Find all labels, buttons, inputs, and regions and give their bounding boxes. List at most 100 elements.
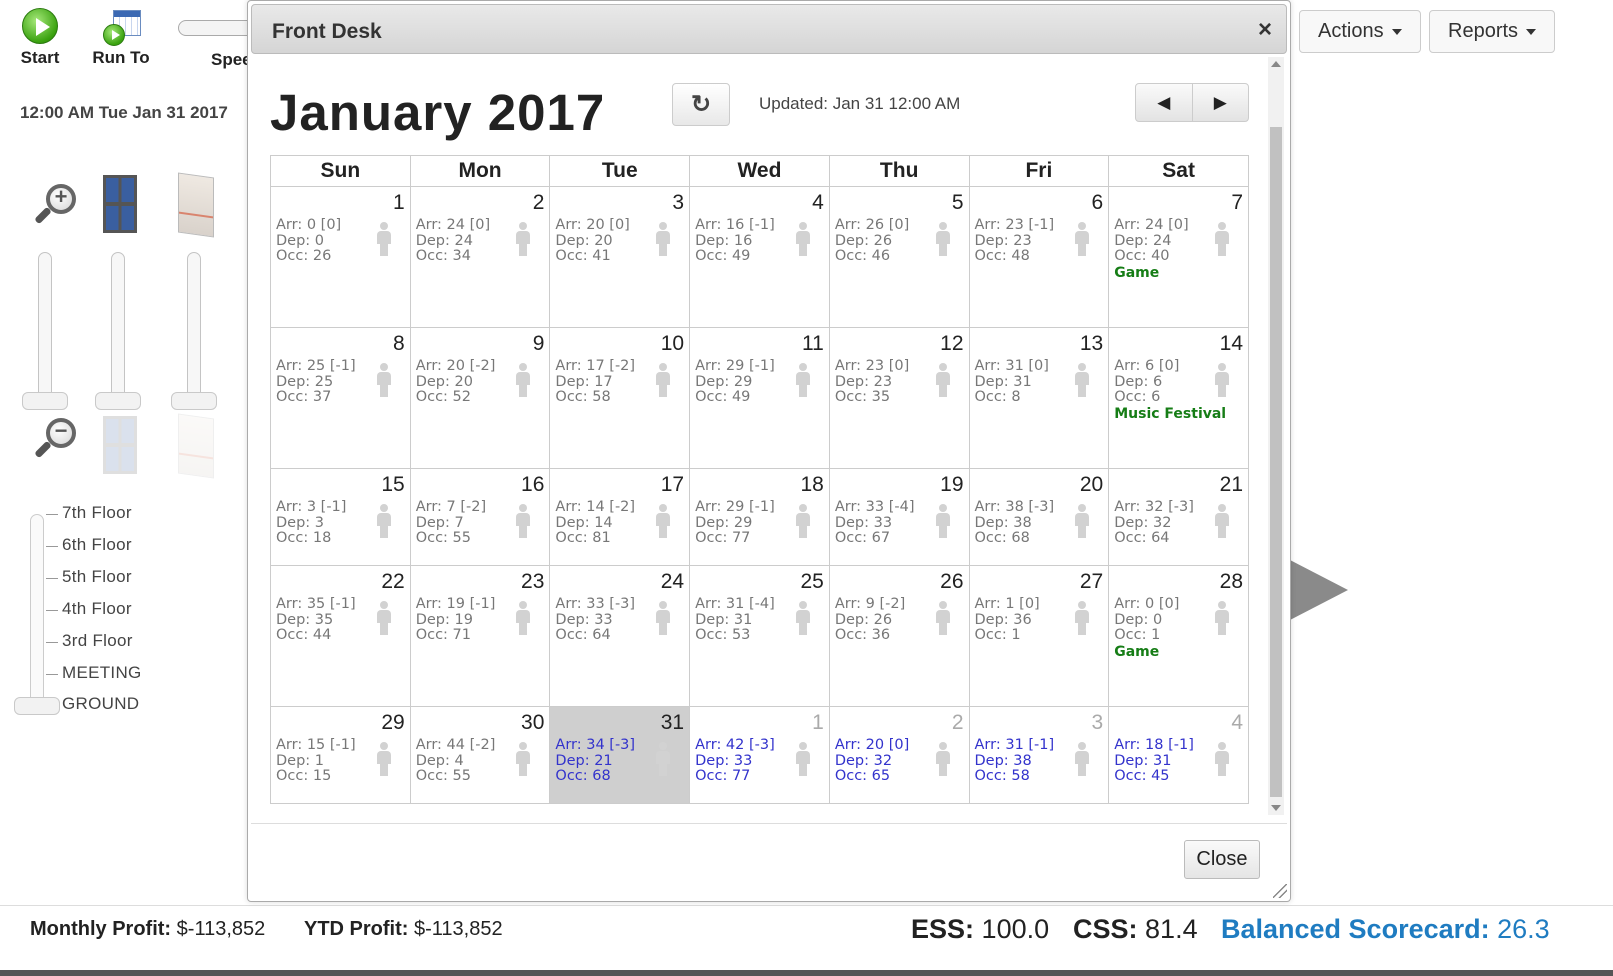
- calendar-day-cell[interactable]: 1 Arr: 42 [-3] Dep: 33 Occ: 77: [689, 706, 830, 804]
- day-stats: Arr: 9 [-2] Dep: 26 Occ: 36: [835, 596, 905, 644]
- zoom-in-icon[interactable]: +: [32, 180, 80, 232]
- calendar-day-cell[interactable]: 12 Arr: 23 [0] Dep: 23 Occ: 35: [828, 327, 970, 469]
- zoom-out-icon[interactable]: −: [32, 414, 80, 466]
- departures: Dep: 29: [695, 373, 753, 390]
- floor-6th[interactable]: 6th Floor: [46, 535, 132, 555]
- calendar-day-cell[interactable]: 25 Arr: 31 [-4] Dep: 31 Occ: 53: [689, 565, 830, 707]
- resize-grip-icon[interactable]: [1273, 884, 1287, 898]
- calendar-day-cell[interactable]: 27 Arr: 1 [0] Dep: 36 Occ: 1: [968, 565, 1110, 707]
- calendar-day-cell[interactable]: 10 Arr: 17 [-2] Dep: 17 Occ: 58: [549, 327, 691, 469]
- floor-meeting[interactable]: MEETING: [46, 663, 142, 683]
- caret-down-icon: [1391, 28, 1402, 35]
- scene-arrow-icon: [1290, 560, 1348, 620]
- calendar-day-cell[interactable]: 9 Arr: 20 [-2] Dep: 20 Occ: 52: [409, 327, 551, 469]
- reports-dropdown[interactable]: Reports: [1429, 10, 1556, 53]
- calendar-day-cell[interactable]: 20 Arr: 38 [-3] Dep: 38 Occ: 68: [968, 468, 1110, 566]
- weekday-header: Mon: [409, 155, 551, 187]
- calendar-day-cell[interactable]: 17 Arr: 14 [-2] Dep: 14 Occ: 81: [549, 468, 691, 566]
- calendar-day-cell[interactable]: 26 Arr: 9 [-2] Dep: 26 Occ: 36: [828, 565, 970, 707]
- calendar-day-cell[interactable]: 21 Arr: 32 [-3] Dep: 32 Occ: 64: [1108, 468, 1249, 566]
- departures: Dep: 31: [1114, 752, 1172, 769]
- day-number: 17: [660, 473, 685, 496]
- calendar-day-cell[interactable]: 30 Arr: 44 [-2] Dep: 4 Occ: 55: [409, 706, 551, 804]
- calendar-day-cell[interactable]: 28 Arr: 0 [0] Dep: 0 Occ: 1 Game: [1108, 565, 1249, 707]
- departures: Dep: 38: [974, 752, 1032, 769]
- calendar-day-cell[interactable]: 23 Arr: 19 [-1] Dep: 19 Occ: 71: [409, 565, 551, 707]
- calendar-day-cell[interactable]: 3 Arr: 20 [0] Dep: 20 Occ: 41: [549, 186, 691, 328]
- zoom-slider-thumb[interactable]: [22, 392, 68, 410]
- calendar-day-cell[interactable]: 11 Arr: 29 [-1] Dep: 29 Occ: 49: [689, 327, 830, 469]
- calendar-day-cell[interactable]: 24 Arr: 33 [-3] Dep: 33 Occ: 64: [549, 565, 691, 707]
- start-button[interactable]: Start: [0, 8, 80, 68]
- occupancy: Occ: 71: [415, 627, 472, 643]
- next-month-button[interactable]: ▶: [1191, 84, 1249, 121]
- window-opacity-slider[interactable]: [111, 252, 125, 402]
- person-icon: [795, 504, 810, 538]
- calendar-day-cell[interactable]: 15 Arr: 3 [-1] Dep: 3 Occ: 18: [270, 468, 411, 566]
- scrollbar-thumb[interactable]: [1270, 127, 1282, 797]
- calendar-day-cell[interactable]: 7 Arr: 24 [0] Dep: 24 Occ: 40 Game: [1108, 186, 1249, 328]
- calendar-day-cell[interactable]: 3 Arr: 31 [-1] Dep: 38 Occ: 58: [968, 706, 1110, 804]
- floor-4th[interactable]: 4th Floor: [46, 599, 132, 619]
- prev-month-button[interactable]: ◀: [1136, 84, 1192, 121]
- calendar-day-cell[interactable]: 18 Arr: 29 [-1] Dep: 29 Occ: 77: [689, 468, 830, 566]
- scroll-up-icon[interactable]: [1271, 61, 1281, 67]
- calendar-day-cell[interactable]: 16 Arr: 7 [-2] Dep: 7 Occ: 55: [409, 468, 551, 566]
- calendar-day-cell[interactable]: 1 Arr: 0 [0] Dep: 0 Occ: 26: [270, 186, 411, 328]
- calendar-day-cell[interactable]: 31 Arr: 34 [-3] Dep: 21 Occ: 68: [549, 706, 691, 804]
- floor-5th[interactable]: 5th Floor: [46, 567, 132, 587]
- calendar-day-cell[interactable]: 29 Arr: 15 [-1] Dep: 1 Occ: 15: [270, 706, 411, 804]
- person-icon: [935, 742, 950, 776]
- departures: Dep: 32: [834, 752, 893, 769]
- calendar-day-cell[interactable]: 8 Arr: 25 [-1] Dep: 25 Occ: 37: [270, 327, 411, 469]
- window-slider-thumb[interactable]: [95, 392, 141, 410]
- departures: Dep: 31: [974, 373, 1032, 390]
- calendar-day-cell[interactable]: 4 Arr: 16 [-1] Dep: 16 Occ: 49: [689, 186, 830, 328]
- calendar-day-cell[interactable]: 22 Arr: 35 [-1] Dep: 35 Occ: 44: [270, 565, 411, 707]
- floor-ground[interactable]: GROUND: [45, 694, 139, 714]
- occupancy: Occ: 49: [695, 389, 751, 405]
- wall-slider-thumb[interactable]: [171, 392, 217, 410]
- arrivals: Arr: 31 [0]: [974, 358, 1049, 374]
- event-label: Music Festival: [1114, 405, 1227, 422]
- occupancy: Occ: 40: [1114, 248, 1170, 264]
- scroll-down-icon[interactable]: [1271, 805, 1281, 811]
- calendar-day-cell[interactable]: 19 Arr: 33 [-4] Dep: 33 Occ: 67: [828, 468, 970, 566]
- day-number: 11: [802, 332, 824, 355]
- wall-icon[interactable]: [178, 172, 214, 238]
- calendar-play-icon: [103, 8, 141, 46]
- zoom-slider[interactable]: [38, 252, 52, 402]
- refresh-button[interactable]: ↻: [672, 83, 730, 126]
- arrivals: Arr: 20 [-2]: [415, 358, 496, 374]
- run-to-button[interactable]: Run To: [81, 8, 161, 68]
- dialog-scrollbar[interactable]: [1268, 57, 1284, 815]
- close-icon[interactable]: ×: [1258, 16, 1272, 44]
- departures: Dep: 3: [276, 514, 325, 531]
- floor-slider[interactable]: [30, 514, 44, 714]
- dialog-titlebar[interactable]: Front Desk ×: [251, 4, 1287, 54]
- calendar-day-cell[interactable]: 2 Arr: 24 [0] Dep: 24 Occ: 34: [409, 186, 551, 328]
- month-nav: ◀ ▶: [1135, 83, 1249, 122]
- window-icon[interactable]: [103, 175, 137, 233]
- calendar-day-cell[interactable]: 13 Arr: 31 [0] Dep: 31 Occ: 8: [968, 327, 1110, 469]
- day-stats: Arr: 23 [0] Dep: 23 Occ: 35: [835, 358, 909, 406]
- calendar-day-cell[interactable]: 14 Arr: 6 [0] Dep: 6 Occ: 6 Music Festival: [1108, 327, 1249, 469]
- wall-opacity-slider[interactable]: [187, 252, 201, 402]
- calendar-day-cell[interactable]: 6 Arr: 23 [-1] Dep: 23 Occ: 48: [968, 186, 1110, 328]
- updated-timestamp: Updated: Jan 31 12:00 AM: [759, 94, 961, 113]
- person-icon: [1215, 222, 1229, 256]
- close-button[interactable]: Close: [1184, 840, 1260, 879]
- calendar-day-cell[interactable]: 5 Arr: 26 [0] Dep: 26 Occ: 46: [828, 186, 970, 328]
- occupancy: Occ: 52: [415, 389, 472, 405]
- departures: Dep: 31: [695, 611, 753, 628]
- floor-3rd[interactable]: 3rd Floor: [46, 631, 133, 651]
- floor-7th[interactable]: 7th Floor: [46, 503, 132, 523]
- ytd-profit: YTD Profit: $-113,852: [304, 918, 503, 940]
- actions-dropdown[interactable]: Actions: [1299, 10, 1421, 53]
- calendar-grid: Sun Mon Tue Wed Thu Fri Sat 1 Arr: 0 [0] Dep: 0O…: [270, 155, 1249, 804]
- calendar-day-cell[interactable]: 2 Arr: 20 [0] Dep: 32 Occ: 65: [828, 706, 970, 804]
- arrivals: Arr: 23 [-1]: [974, 217, 1055, 233]
- day-stats: Arr: 33 [-4] Dep: 33 Occ: 67: [835, 499, 915, 547]
- calendar-day-cell[interactable]: 4 Arr: 18 [-1] Dep: 31 Occ: 45: [1108, 706, 1249, 804]
- floor-slider-thumb[interactable]: [14, 697, 60, 715]
